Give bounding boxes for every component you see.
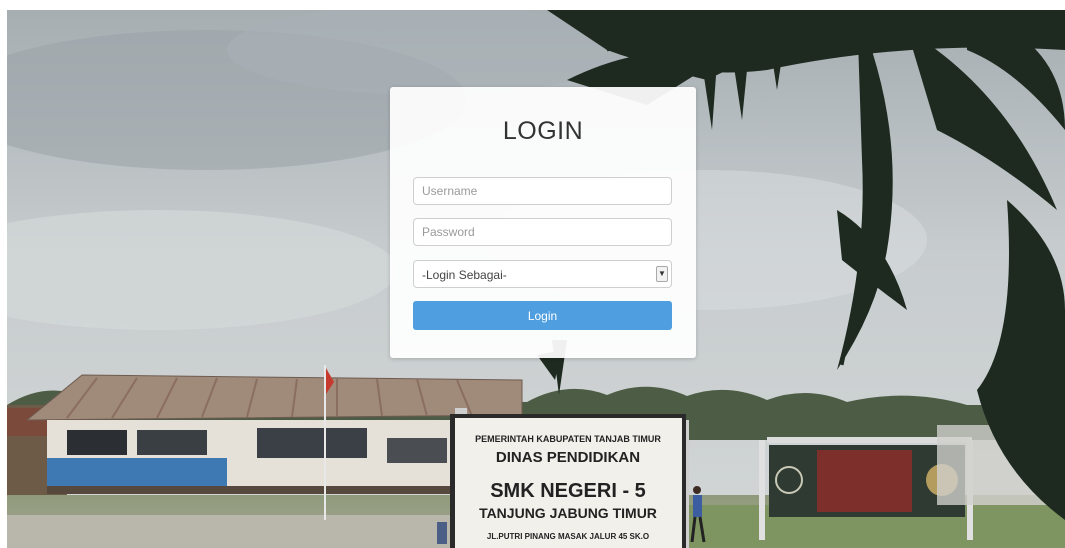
login-role-select-value: -Login Sebagai- (422, 268, 507, 282)
username-input[interactable] (413, 177, 672, 205)
password-input[interactable] (413, 218, 672, 246)
chevron-down-icon[interactable]: ▼ (656, 266, 668, 282)
login-card: LOGIN -Login Sebagai- ▼ Login (390, 87, 696, 358)
sign-line-2: DINAS PENDIDIKAN (496, 449, 640, 466)
sign-line-4: TANJUNG JABUNG TIMUR (479, 505, 657, 521)
login-button[interactable]: Login (413, 301, 672, 330)
background-photo: PEMERINTAH KABUPATEN TANJAB TIMUR DINAS … (7, 10, 1065, 548)
login-role-select[interactable]: -Login Sebagai- ▼ (413, 260, 672, 288)
sign-line-5: JL.PUTRI PINANG MASAK JALUR 45 SK.O (487, 532, 649, 541)
sign-line-3: SMK NEGERI - 5 (490, 480, 646, 502)
login-title: LOGIN (502, 117, 584, 145)
sign-line-1: PEMERINTAH KABUPATEN TANJAB TIMUR (475, 434, 661, 444)
